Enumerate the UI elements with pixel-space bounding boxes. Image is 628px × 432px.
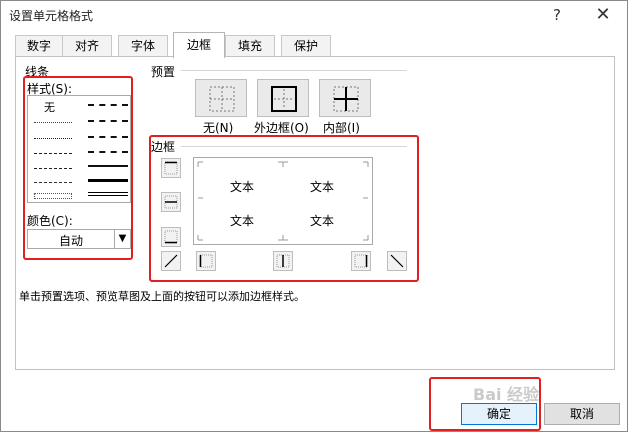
border-vertical-icon	[276, 254, 290, 268]
ok-button[interactable]: 确定	[461, 403, 537, 425]
watermark: Bai 经验	[473, 385, 540, 404]
border-right-button[interactable]	[351, 251, 371, 271]
border-bottom-button[interactable]	[161, 227, 181, 247]
preset-inside-button[interactable]	[319, 79, 371, 117]
preset-group-title: 预置	[151, 65, 176, 79]
border-outline-icon	[271, 86, 297, 112]
border-separator	[181, 146, 407, 147]
border-group-title: 边框	[151, 140, 176, 154]
preview-text-4: 文本	[310, 214, 335, 228]
line-style-dashed[interactable]	[34, 182, 72, 183]
line-style-dash-dot-dot[interactable]	[34, 153, 72, 154]
border-preview[interactable]: 文本 文本 文本 文本	[193, 157, 373, 245]
diagonal-up-icon	[164, 254, 178, 268]
preset-separator	[181, 70, 407, 71]
tab-border[interactable]: 边框	[173, 32, 225, 58]
tab-font[interactable]: 字体	[118, 35, 168, 57]
line-style-dotted[interactable]	[34, 138, 72, 139]
border-left-button[interactable]	[196, 251, 216, 271]
preset-outline-button[interactable]	[257, 79, 309, 117]
line-style-medium-dashed[interactable]	[88, 151, 128, 153]
preset-inside-label: 内部(I)	[323, 121, 360, 135]
border-diagonal-up-button[interactable]	[161, 251, 181, 271]
line-style-medium[interactable]	[88, 165, 128, 167]
color-label: 颜色(C):	[27, 214, 73, 228]
help-button[interactable]: ?	[543, 3, 571, 27]
preview-text-1: 文本	[230, 180, 255, 194]
preset-none-button[interactable]	[195, 79, 247, 117]
line-group-title: 线条	[25, 65, 50, 79]
border-inside-icon	[333, 86, 359, 112]
border-top-button[interactable]	[161, 158, 181, 178]
line-style-medium-dash-dot-dot[interactable]	[88, 104, 128, 106]
preview-text-2: 文本	[310, 180, 335, 194]
line-style-medium-dash-dot[interactable]	[88, 136, 128, 138]
tab-number[interactable]: 数字	[15, 35, 63, 57]
line-color-value: 自动	[58, 234, 83, 248]
hint-text: 单击预置选项、预览草图及上面的按钮可以添加边框样式。	[19, 290, 305, 303]
line-style-thick[interactable]	[88, 179, 128, 182]
border-bottom-icon	[164, 230, 178, 244]
border-none-icon	[209, 86, 235, 112]
line-style-double[interactable]	[88, 192, 128, 196]
line-style-list[interactable]: 无	[27, 95, 131, 203]
line-style-none[interactable]: 无	[44, 99, 55, 115]
tab-fill[interactable]: 填充	[225, 35, 275, 57]
line-style-dash-dot[interactable]	[34, 168, 72, 169]
cancel-button[interactable]: 取消	[544, 403, 620, 425]
tab-alignment[interactable]: 对齐	[62, 35, 112, 57]
border-horizontal-icon	[164, 195, 178, 209]
border-left-icon	[199, 254, 213, 268]
line-style-hair[interactable]	[34, 122, 72, 123]
preview-text-3: 文本	[230, 214, 255, 228]
tab-protection[interactable]: 保护	[281, 35, 331, 57]
border-middle-vertical-button[interactable]	[273, 251, 293, 271]
chevron-down-icon[interactable]: ▼	[114, 230, 130, 248]
diagonal-down-icon	[390, 254, 404, 268]
border-middle-horizontal-button[interactable]	[161, 192, 181, 212]
dialog-title: 设置单元格格式	[9, 9, 94, 23]
border-top-icon	[164, 161, 178, 175]
preset-outline-label: 外边框(O)	[254, 121, 309, 135]
format-cells-dialog: 设置单元格格式 ? ✕ 数字 对齐 字体 边框 填充 保护 线条 样式(S): …	[0, 0, 628, 432]
close-button[interactable]: ✕	[589, 3, 617, 27]
title-bar: 设置单元格格式 ? ✕	[1, 1, 627, 29]
border-diagonal-down-button[interactable]	[387, 251, 407, 271]
line-style-selected-thin[interactable]	[34, 193, 72, 199]
line-style-slant-dash-dot[interactable]	[88, 120, 128, 122]
border-right-icon	[354, 254, 368, 268]
preset-none-label: 无(N)	[203, 121, 234, 135]
line-color-select[interactable]: 自动 ▼	[27, 229, 131, 249]
preview-corner-marks	[197, 161, 369, 241]
